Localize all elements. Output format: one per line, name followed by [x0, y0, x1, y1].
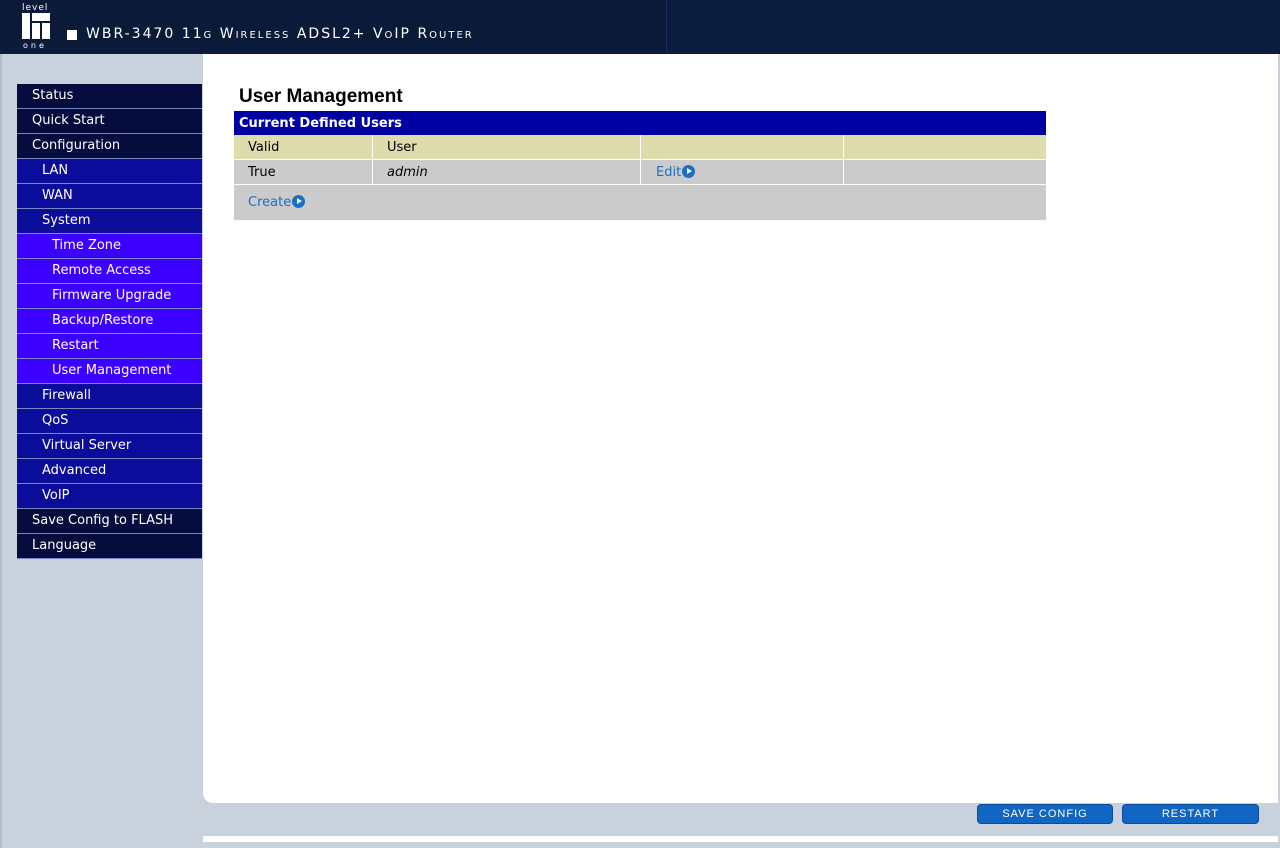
sidebar-item-configuration[interactable]: Configuration	[17, 134, 202, 159]
column-header-action	[640, 135, 844, 160]
sidebar-item-save-config-to-flash[interactable]: Save Config to FLASH	[17, 509, 202, 534]
sidebar-item-user-management[interactable]: User Management	[17, 359, 202, 384]
sidebar-item-remote-access[interactable]: Remote Access	[17, 259, 202, 284]
table-caption: Current Defined Users	[234, 111, 1046, 135]
logo-text-top: level	[22, 3, 49, 13]
sidebar-item-restart[interactable]: Restart	[17, 334, 202, 359]
create-cell: Create	[234, 184, 1046, 221]
sidebar-item-time-zone[interactable]: Time Zone	[17, 234, 202, 259]
left-border	[0, 54, 2, 848]
table-header-row: Valid User	[234, 135, 1046, 160]
column-header-extra	[843, 135, 1046, 160]
create-link[interactable]: Create	[248, 195, 306, 210]
sidebar-item-qos[interactable]: QoS	[17, 409, 202, 434]
column-header-user: User	[372, 135, 641, 160]
sidebar-item-language[interactable]: Language	[17, 534, 202, 559]
header-bar: level one WBR-3470 11g Wireless ADSL2+ V…	[0, 0, 1280, 54]
sidebar-item-advanced[interactable]: Advanced	[17, 459, 202, 484]
sidebar-item-virtual-server[interactable]: Virtual Server	[17, 434, 202, 459]
users-table: Current Defined Users Valid User True ad…	[234, 111, 1046, 221]
cell-extra	[843, 159, 1046, 185]
create-link-label[interactable]: Create	[248, 195, 291, 210]
header-square-icon	[67, 30, 77, 40]
sidebar-item-firewall[interactable]: Firewall	[17, 384, 202, 409]
table-row: True admin Edit	[234, 159, 1046, 185]
restart-button[interactable]: RESTART	[1122, 804, 1259, 824]
product-title: WBR-3470 11g Wireless ADSL2+ VoIP Router	[86, 26, 474, 42]
sidebar-item-lan[interactable]: LAN	[17, 159, 202, 184]
sidebar-item-quick-start[interactable]: Quick Start	[17, 109, 202, 134]
cell-user: admin	[372, 159, 641, 185]
save-config-button[interactable]: SAVE CONFIG	[977, 804, 1113, 824]
cell-valid: True	[234, 159, 373, 185]
arrow-right-icon[interactable]	[292, 195, 306, 208]
edit-link-label[interactable]: Edit	[656, 165, 681, 180]
page-title: User Management	[239, 86, 403, 107]
sidebar-item-wan[interactable]: WAN	[17, 184, 202, 209]
sidebar-item-status[interactable]: Status	[17, 84, 202, 109]
table-actions-row: Create	[234, 184, 1046, 221]
levelone-logo: level one	[20, 3, 54, 50]
sidebar-item-voip[interactable]: VoIP	[17, 484, 202, 509]
bottom-strip	[203, 836, 1278, 842]
arrow-right-icon[interactable]	[682, 164, 696, 178]
edit-link[interactable]: Edit	[656, 164, 696, 180]
cell-action: Edit	[640, 159, 844, 185]
header-banner: level one WBR-3470 11g Wireless ADSL2+ V…	[0, 0, 667, 52]
sidebar-item-system[interactable]: System	[17, 209, 202, 234]
sidebar-item-firmware-upgrade[interactable]: Firmware Upgrade	[17, 284, 202, 309]
sidebar-item-backup-restore[interactable]: Backup/Restore	[17, 309, 202, 334]
column-header-valid: Valid	[234, 135, 373, 160]
main-panel: User Management Current Defined Users Va…	[203, 54, 1278, 803]
logo-text-bottom: one	[23, 41, 47, 50]
sidebar-nav: Status Quick Start Configuration LAN WAN Syst…	[17, 84, 202, 559]
